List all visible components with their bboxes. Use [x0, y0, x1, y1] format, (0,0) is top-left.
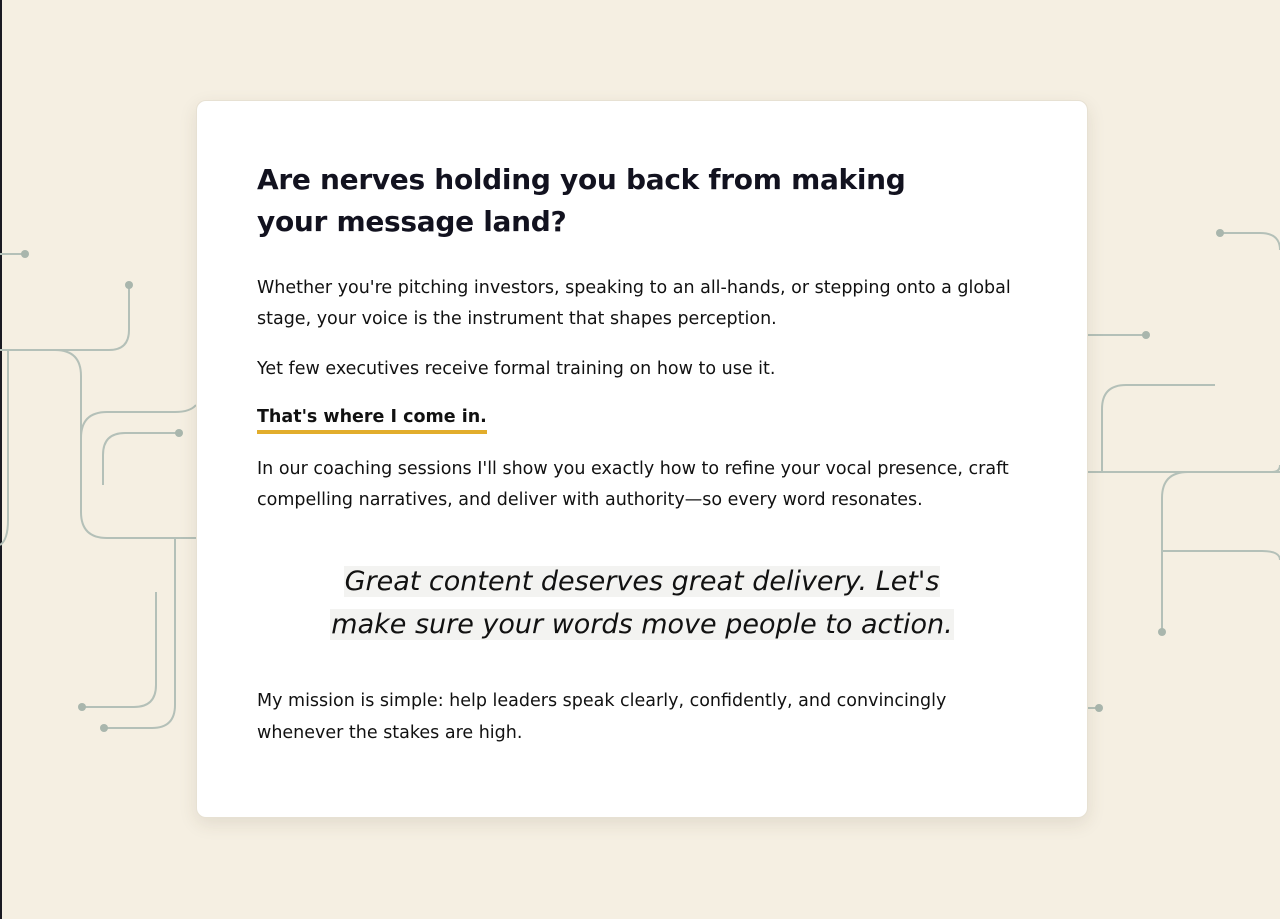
- intro-paragraph: Whether you're pitching investors, speak…: [257, 278, 1011, 329]
- highlight-text: That's where I come in.: [257, 404, 487, 434]
- page-title: Are nerves holding you back from making …: [257, 163, 906, 238]
- mission-paragraph: My mission is simple: help leaders speak…: [257, 691, 947, 743]
- pull-quote-text: Great content deserves great delivery. L…: [330, 566, 954, 640]
- coaching-paragraph: In our coaching sessions I'll show you e…: [257, 459, 1009, 510]
- training-paragraph: Yet few executives receive formal traini…: [257, 359, 776, 379]
- highlight-line: That's where I come in.: [257, 404, 1027, 435]
- content-card: Are nerves holding you back from making …: [196, 100, 1088, 818]
- pull-quote: Great content deserves great delivery. L…: [257, 560, 1027, 646]
